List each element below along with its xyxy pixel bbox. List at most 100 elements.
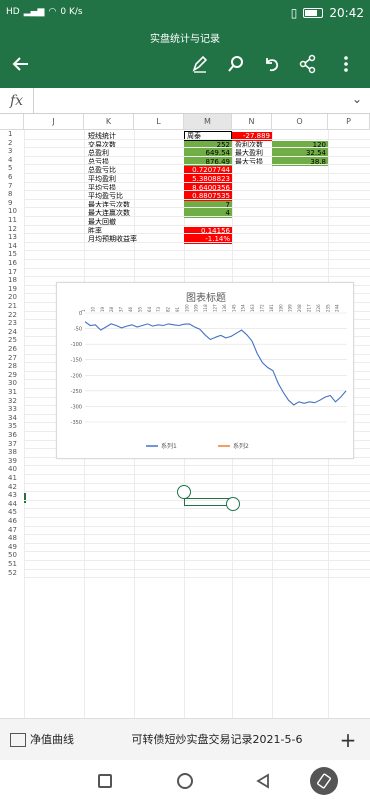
rotate-icon[interactable] xyxy=(310,767,338,795)
row-line xyxy=(24,241,370,243)
row-header[interactable]: 22 xyxy=(0,311,24,320)
selected-cell[interactable] xyxy=(24,493,26,503)
row-line xyxy=(24,216,370,217)
row-header[interactable]: 41 xyxy=(0,474,24,483)
row-line xyxy=(24,508,370,510)
row-header[interactable]: 7 xyxy=(0,182,24,191)
search-icon[interactable] xyxy=(222,50,250,78)
x-tick-label: 235 xyxy=(325,304,330,312)
row-header[interactable]: 15 xyxy=(0,250,24,259)
row-header[interactable]: 3 xyxy=(0,147,24,156)
shape-handle-end[interactable] xyxy=(226,497,240,511)
row-header[interactable]: 44 xyxy=(0,500,24,509)
row-header[interactable]: 52 xyxy=(0,569,24,578)
formula-bar[interactable]: fx ⌄ xyxy=(0,88,370,114)
row-header[interactable]: 43 xyxy=(0,491,24,500)
column-header-p[interactable]: P xyxy=(328,114,370,130)
row-header[interactable]: 4 xyxy=(0,156,24,165)
shape-handle-start[interactable] xyxy=(177,485,191,499)
row-header[interactable]: 38 xyxy=(0,448,24,457)
back-triangle-icon[interactable] xyxy=(250,768,276,794)
row-header[interactable]: 11 xyxy=(0,216,24,225)
square-icon[interactable] xyxy=(92,768,118,794)
row-header[interactable]: 26 xyxy=(0,345,24,354)
row-line xyxy=(24,560,370,561)
row-header[interactable]: 50 xyxy=(0,551,24,560)
row-line xyxy=(24,491,370,493)
corner-header[interactable] xyxy=(0,114,24,130)
row-header[interactable]: 32 xyxy=(0,397,24,406)
undo-icon[interactable] xyxy=(258,50,286,78)
row-header[interactable]: 29 xyxy=(0,371,24,380)
row-header[interactable]: 17 xyxy=(0,268,24,277)
column-header-n[interactable]: N xyxy=(232,114,272,130)
row-header[interactable]: 20 xyxy=(0,293,24,302)
row-header[interactable]: 13 xyxy=(0,233,24,242)
row-header[interactable]: 46 xyxy=(0,517,24,526)
battery-icon xyxy=(303,8,324,18)
row-header[interactable]: 10 xyxy=(0,207,24,216)
sheet-tab-active[interactable]: 净值曲线 xyxy=(0,719,98,761)
x-tick-label: 82 xyxy=(166,306,171,312)
x-tick-label: 1 xyxy=(81,309,86,312)
row-header[interactable]: 18 xyxy=(0,276,24,285)
row-header[interactable]: 9 xyxy=(0,199,24,208)
row-header[interactable]: 48 xyxy=(0,534,24,543)
y-tick-label: -200 xyxy=(71,373,82,379)
row-header[interactable]: 31 xyxy=(0,388,24,397)
row-header[interactable]: 39 xyxy=(0,457,24,466)
row-header[interactable]: 34 xyxy=(0,414,24,423)
row-header[interactable]: 40 xyxy=(0,465,24,474)
column-header-l[interactable]: L xyxy=(134,114,184,130)
row-header[interactable]: 49 xyxy=(0,543,24,552)
x-tick-label: 127 xyxy=(213,304,218,312)
row-header[interactable]: 14 xyxy=(0,242,24,251)
row-header[interactable]: 1 xyxy=(0,130,24,139)
home-circle-icon[interactable] xyxy=(172,768,198,794)
row-header[interactable]: 6 xyxy=(0,173,24,182)
row-header[interactable]: 42 xyxy=(0,483,24,492)
x-tick-label: 55 xyxy=(137,306,142,312)
row-header[interactable]: 2 xyxy=(0,139,24,148)
wifi-icon: ◠ xyxy=(48,7,57,17)
row-header[interactable]: 28 xyxy=(0,362,24,371)
add-sheet-button[interactable]: + xyxy=(336,719,360,761)
sheet-list-icon[interactable] xyxy=(10,733,26,747)
row-header[interactable]: 16 xyxy=(0,259,24,268)
row-line xyxy=(24,542,370,544)
column-header-k[interactable]: K xyxy=(84,114,134,130)
sheet-tab[interactable]: 可转债短炒实盘交易记录2021-5-6 xyxy=(104,719,330,761)
row-header[interactable]: 47 xyxy=(0,526,24,535)
back-arrow-icon[interactable] xyxy=(6,50,34,78)
line-chart[interactable]: 图表标题 0 -50 -100 -150 -200 -250 -300 -350 1 10 19 28 3… xyxy=(56,282,354,459)
row-header[interactable]: 30 xyxy=(0,379,24,388)
share-icon[interactable] xyxy=(294,50,322,78)
row-header[interactable]: 45 xyxy=(0,508,24,517)
row-header[interactable]: 12 xyxy=(0,225,24,234)
x-tick-label: 181 xyxy=(269,304,274,312)
row-header[interactable]: 33 xyxy=(0,405,24,414)
sheet-tab-label: 净值曲线 xyxy=(30,733,74,746)
row-header[interactable]: 19 xyxy=(0,285,24,294)
x-tick-label: 136 xyxy=(222,304,227,312)
column-header-o[interactable]: O xyxy=(272,114,328,130)
status-bar: HD ▂▄▆ ◠ 0 K/s ▯ 20:42 xyxy=(0,0,370,28)
row-header[interactable]: 8 xyxy=(0,190,24,199)
row-header[interactable]: 51 xyxy=(0,560,24,569)
row-header[interactable]: 35 xyxy=(0,422,24,431)
column-header-m[interactable]: M xyxy=(184,114,232,130)
row-header[interactable]: 25 xyxy=(0,336,24,345)
row-header[interactable]: 27 xyxy=(0,354,24,363)
legend-label: 系列1 xyxy=(161,442,177,450)
row-header[interactable]: 21 xyxy=(0,302,24,311)
chevron-down-icon[interactable]: ⌄ xyxy=(352,92,362,106)
more-icon[interactable] xyxy=(332,50,360,78)
row-header[interactable]: 5 xyxy=(0,164,24,173)
column-header-j[interactable]: J xyxy=(24,114,84,130)
row-header[interactable]: 37 xyxy=(0,440,24,449)
pen-icon[interactable] xyxy=(186,50,214,78)
row-header[interactable]: 24 xyxy=(0,328,24,337)
row-header[interactable]: 23 xyxy=(0,319,24,328)
x-tick-label: 28 xyxy=(109,306,114,312)
row-header[interactable]: 36 xyxy=(0,431,24,440)
